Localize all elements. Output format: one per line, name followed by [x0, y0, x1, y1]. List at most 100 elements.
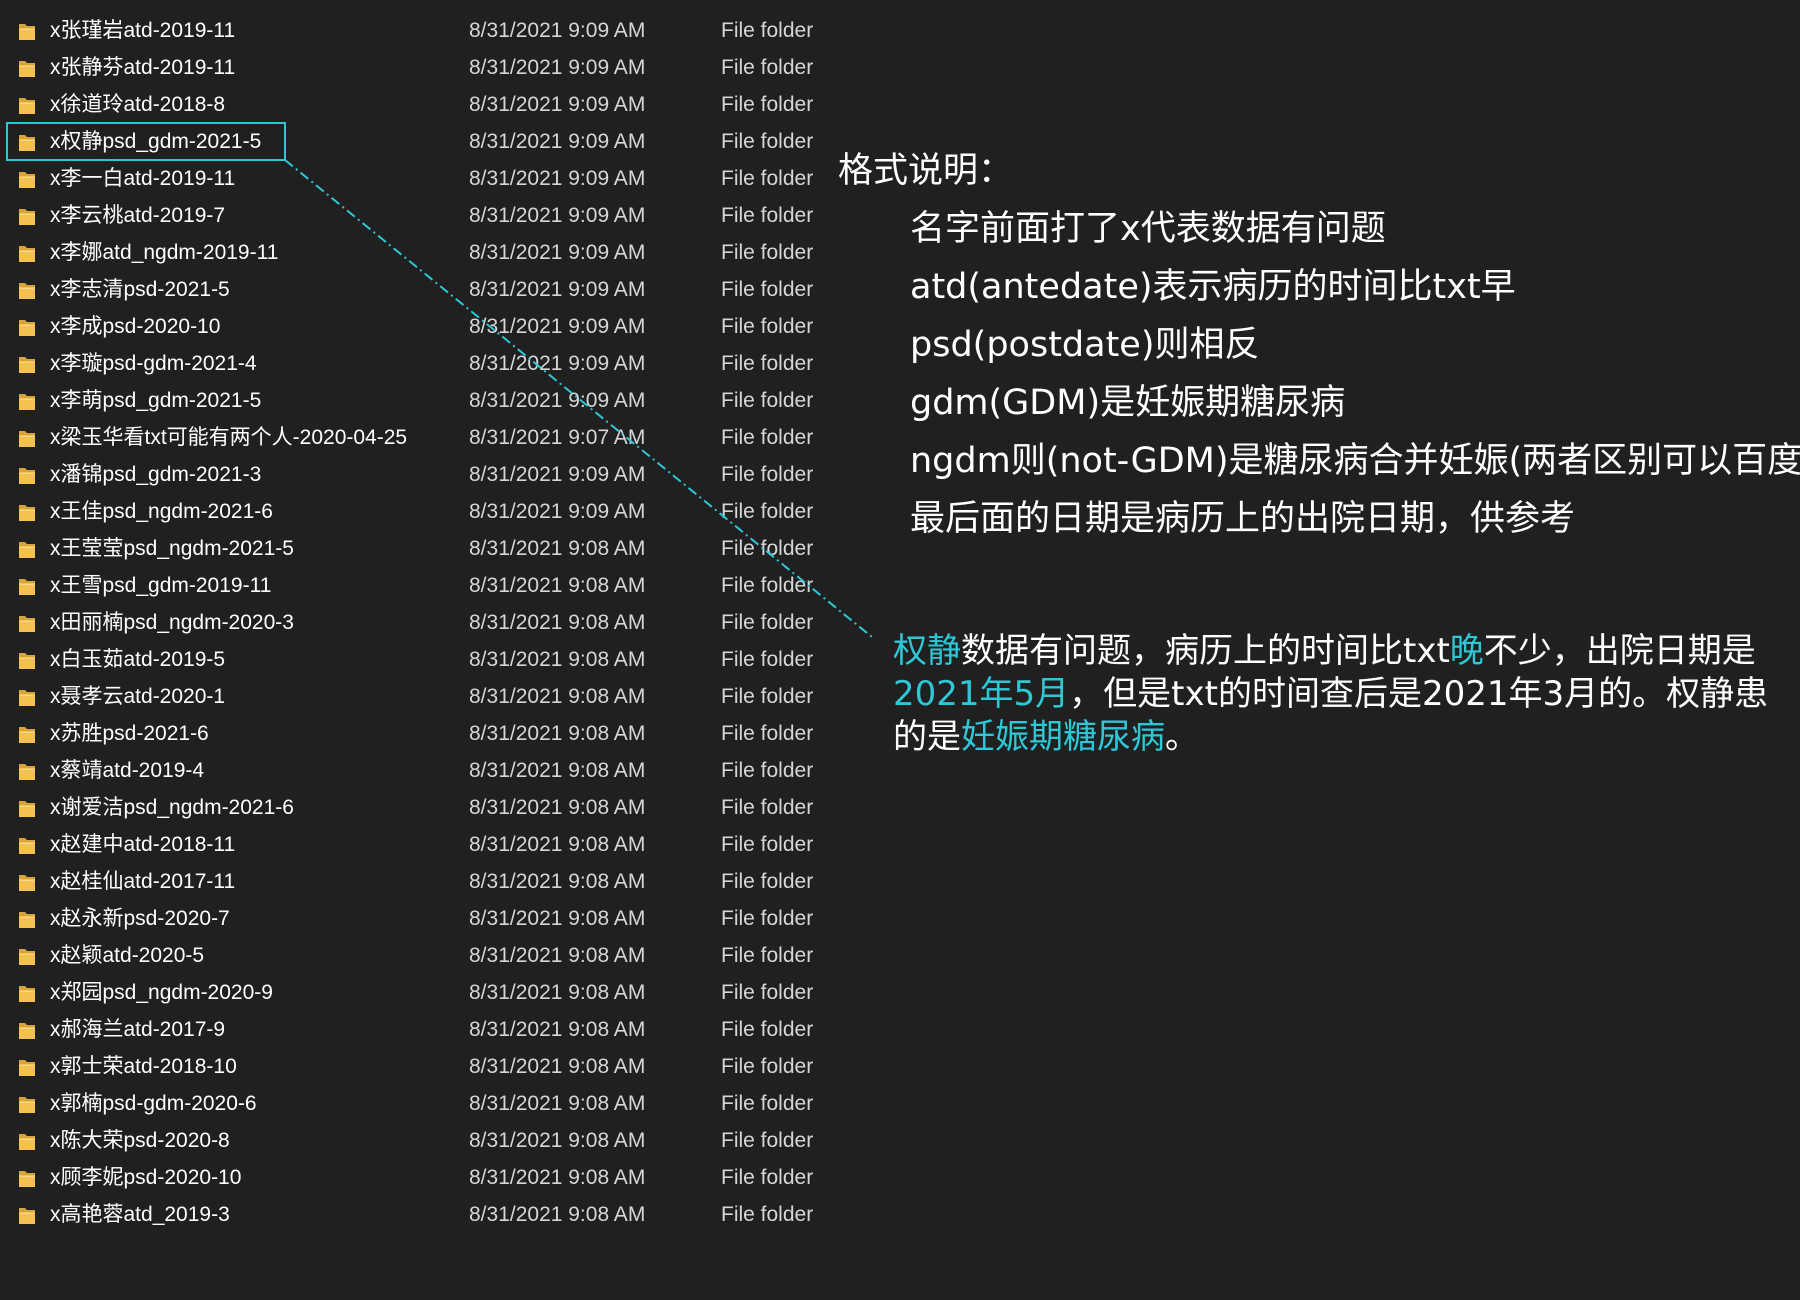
- file-name-cell[interactable]: x王雪psd_gdm-2019-11: [8, 568, 284, 603]
- folder-icon: [18, 392, 36, 411]
- file-row[interactable]: x李娜atd_ngdm-2019-11 8/31/2021 9:09 AM File…: [0, 234, 830, 271]
- file-row[interactable]: x李志清psd-2021-5 8/31/2021 9:09 AM File fold…: [0, 271, 830, 308]
- file-name: x聂孝云atd-2020-1: [50, 685, 226, 708]
- file-name-cell[interactable]: x梁玉华看txt可能有两个人-2020-04-25: [8, 420, 407, 455]
- file-row[interactable]: x潘锦psd_gdm-2021-3 8/31/2021 9:09 AM File f…: [0, 456, 830, 493]
- format-note-line: atd(antedate)表示病历的时间比txt早: [910, 267, 1516, 307]
- file-row[interactable]: x顾李妮psd-2020-10 8/31/2021 9:08 AM File fol…: [0, 1159, 830, 1196]
- file-row[interactable]: x赵桂仙atd-2017-11 8/31/2021 9:08 AM File fol…: [0, 863, 830, 900]
- file-name-cell[interactable]: x陈大荣psd-2020-8: [8, 1123, 284, 1158]
- file-name-cell[interactable]: x郭士荣atd-2018-10: [8, 1049, 284, 1084]
- file-list: x张瑾岩atd-2019-11 8/31/2021 9:09 AM File fol…: [0, 12, 830, 1233]
- file-type: File folder: [721, 870, 814, 893]
- file-name-cell[interactable]: x李萌psd_gdm-2021-5: [8, 383, 284, 418]
- folder-icon: [18, 762, 36, 781]
- folder-icon: [18, 614, 36, 633]
- file-type: File folder: [721, 722, 814, 745]
- folder-icon: [18, 244, 36, 263]
- folder-icon: [18, 133, 36, 152]
- file-type: File folder: [721, 56, 814, 79]
- file-row[interactable]: x赵颖atd-2020-5 8/31/2021 9:08 AM File folde…: [0, 937, 830, 974]
- file-row[interactable]: x郑园psd_ngdm-2020-9 8/31/2021 9:08 AM File …: [0, 974, 830, 1011]
- file-row[interactable]: x李璇psd-gdm-2021-4 8/31/2021 9:09 AM File f…: [0, 345, 830, 382]
- file-name: x李云桃atd-2019-7: [50, 204, 226, 227]
- file-row[interactable]: x郭楠psd-gdm-2020-6 8/31/2021 9:08 AM File f…: [0, 1085, 830, 1122]
- folder-icon: [18, 466, 36, 485]
- file-name: x田丽楠psd_ngdm-2020-3: [50, 611, 294, 634]
- file-name-cell[interactable]: x赵建中atd-2018-11: [8, 827, 284, 862]
- file-row[interactable]: x张静芬atd-2019-11 8/31/2021 9:09 AM File fol…: [0, 49, 830, 86]
- file-name-cell[interactable]: x张静芬atd-2019-11: [8, 50, 284, 85]
- file-row[interactable]: x蔡靖atd-2019-4 8/31/2021 9:08 AM File folde…: [0, 752, 830, 789]
- file-name-cell[interactable]: x赵桂仙atd-2017-11: [8, 864, 284, 899]
- file-row[interactable]: x王莹莹psd_ngdm-2021-5 8/31/2021 9:08 AM File…: [0, 530, 830, 567]
- file-row[interactable]: x赵永新psd-2020-7 8/31/2021 9:08 AM File fold…: [0, 900, 830, 937]
- file-name-cell[interactable]: x聂孝云atd-2020-1: [8, 679, 284, 714]
- file-name-cell[interactable]: x郭楠psd-gdm-2020-6: [8, 1086, 284, 1121]
- annotation-text: 数据有问题，病历上的时间比txt: [961, 631, 1450, 671]
- file-row[interactable]: x高艳蓉atd_2019-3 8/31/2021 9:08 AM File fold…: [0, 1196, 830, 1233]
- folder-icon: [18, 799, 36, 818]
- file-name: x王雪psd_gdm-2019-11: [50, 574, 272, 597]
- file-row[interactable]: x张瑾岩atd-2019-11 8/31/2021 9:09 AM File fol…: [0, 12, 830, 49]
- file-row[interactable]: x李萌psd_gdm-2021-5 8/31/2021 9:09 AM File f…: [0, 382, 830, 419]
- file-name-cell[interactable]: x李一白atd-2019-11: [8, 161, 284, 196]
- file-type: File folder: [721, 130, 814, 153]
- file-name-cell[interactable]: x高艳蓉atd_2019-3: [8, 1197, 284, 1232]
- file-name-cell[interactable]: x李娜atd_ngdm-2019-11: [8, 235, 284, 270]
- file-row[interactable]: x徐道玲atd-2018-8 8/31/2021 9:09 AM File fold…: [0, 86, 830, 123]
- file-row[interactable]: x王雪psd_gdm-2019-11 8/31/2021 9:08 AM File …: [0, 567, 830, 604]
- file-row[interactable]: x陈大荣psd-2020-8 8/31/2021 9:08 AM File fold…: [0, 1122, 830, 1159]
- file-type: File folder: [721, 537, 814, 560]
- file-name-cell[interactable]: x李云桃atd-2019-7: [8, 198, 284, 233]
- file-name-cell[interactable]: x李志清psd-2021-5: [8, 272, 284, 307]
- file-name-cell[interactable]: x王佳psd_ngdm-2021-6: [8, 494, 284, 529]
- file-row[interactable]: x田丽楠psd_ngdm-2020-3 8/31/2021 9:08 AM File…: [0, 604, 830, 641]
- file-row[interactable]: x聂孝云atd-2020-1 8/31/2021 9:08 AM File fold…: [0, 678, 830, 715]
- file-name-cell[interactable]: x李璇psd-gdm-2021-4: [8, 346, 284, 381]
- annotation-text: 不少，出院日期是: [1483, 631, 1756, 671]
- file-row[interactable]: x苏胜psd-2021-6 8/31/2021 9:08 AM File folde…: [0, 715, 830, 752]
- file-name-cell[interactable]: x王莹莹psd_ngdm-2021-5: [8, 531, 294, 566]
- file-name-cell[interactable]: x徐道玲atd-2018-8: [8, 87, 284, 122]
- file-row[interactable]: x梁玉华看txt可能有两个人-2020-04-25 8/31/2021 9:07 …: [0, 419, 830, 456]
- file-date-modified: 8/31/2021 9:08 AM: [469, 648, 646, 671]
- file-type: File folder: [721, 426, 814, 449]
- folder-icon: [18, 910, 36, 929]
- folder-icon: [18, 1021, 36, 1040]
- file-name-cell[interactable]: x潘锦psd_gdm-2021-3: [8, 457, 284, 492]
- file-type: File folder: [721, 500, 814, 523]
- file-name-cell[interactable]: x苏胜psd-2021-6: [8, 716, 284, 751]
- file-name-cell[interactable]: x白玉茹atd-2019-5: [8, 642, 284, 677]
- file-row[interactable]: x郭士荣atd-2018-10 8/31/2021 9:08 AM File fol…: [0, 1048, 830, 1085]
- file-name: x王莹莹psd_ngdm-2021-5: [50, 537, 294, 560]
- file-name-cell[interactable]: x权静psd_gdm-2021-5: [6, 122, 286, 161]
- file-name-cell[interactable]: x谢爱洁psd_ngdm-2021-6: [8, 790, 294, 825]
- file-row[interactable]: x王佳psd_ngdm-2021-6 8/31/2021 9:09 AM File …: [0, 493, 830, 530]
- file-name-cell[interactable]: x顾李妮psd-2020-10: [8, 1160, 284, 1195]
- file-name-cell[interactable]: x张瑾岩atd-2019-11: [8, 13, 284, 48]
- file-row[interactable]: x白玉茹atd-2019-5 8/31/2021 9:08 AM File fold…: [0, 641, 830, 678]
- folder-icon: [18, 503, 36, 522]
- file-name: x苏胜psd-2021-6: [50, 722, 209, 745]
- file-row[interactable]: x郝海兰atd-2017-9 8/31/2021 9:08 AM File fold…: [0, 1011, 830, 1048]
- file-name-cell[interactable]: x赵永新psd-2020-7: [8, 901, 284, 936]
- file-row[interactable]: x赵建中atd-2018-11 8/31/2021 9:08 AM File fol…: [0, 826, 830, 863]
- file-name-cell[interactable]: x郝海兰atd-2017-9: [8, 1012, 284, 1047]
- file-row[interactable]: x李一白atd-2019-11 8/31/2021 9:09 AM File fol…: [0, 160, 830, 197]
- file-name-cell[interactable]: x蔡靖atd-2019-4: [8, 753, 284, 788]
- file-name-cell[interactable]: x田丽楠psd_ngdm-2020-3: [8, 605, 294, 640]
- file-date-modified: 8/31/2021 9:08 AM: [469, 1018, 646, 1041]
- file-name-cell[interactable]: x李成psd-2020-10: [8, 309, 284, 344]
- file-row[interactable]: x权静psd_gdm-2021-5 8/31/2021 9:09 AM File f…: [0, 122, 830, 161]
- file-type: File folder: [721, 907, 814, 930]
- file-type: File folder: [721, 1203, 814, 1226]
- file-name-cell[interactable]: x赵颖atd-2020-5: [8, 938, 284, 973]
- file-row[interactable]: x谢爱洁psd_ngdm-2021-6 8/31/2021 9:08 AM File…: [0, 789, 830, 826]
- file-row[interactable]: x李云桃atd-2019-7 8/31/2021 9:09 AM File fold…: [0, 197, 830, 234]
- file-date-modified: 8/31/2021 9:09 AM: [469, 241, 646, 264]
- format-note-line: psd(postdate)则相反: [910, 325, 1260, 365]
- file-name-cell[interactable]: x郑园psd_ngdm-2020-9: [8, 975, 284, 1010]
- file-row[interactable]: x李成psd-2020-10 8/31/2021 9:09 AM File fold…: [0, 308, 830, 345]
- file-type: File folder: [721, 1092, 814, 1115]
